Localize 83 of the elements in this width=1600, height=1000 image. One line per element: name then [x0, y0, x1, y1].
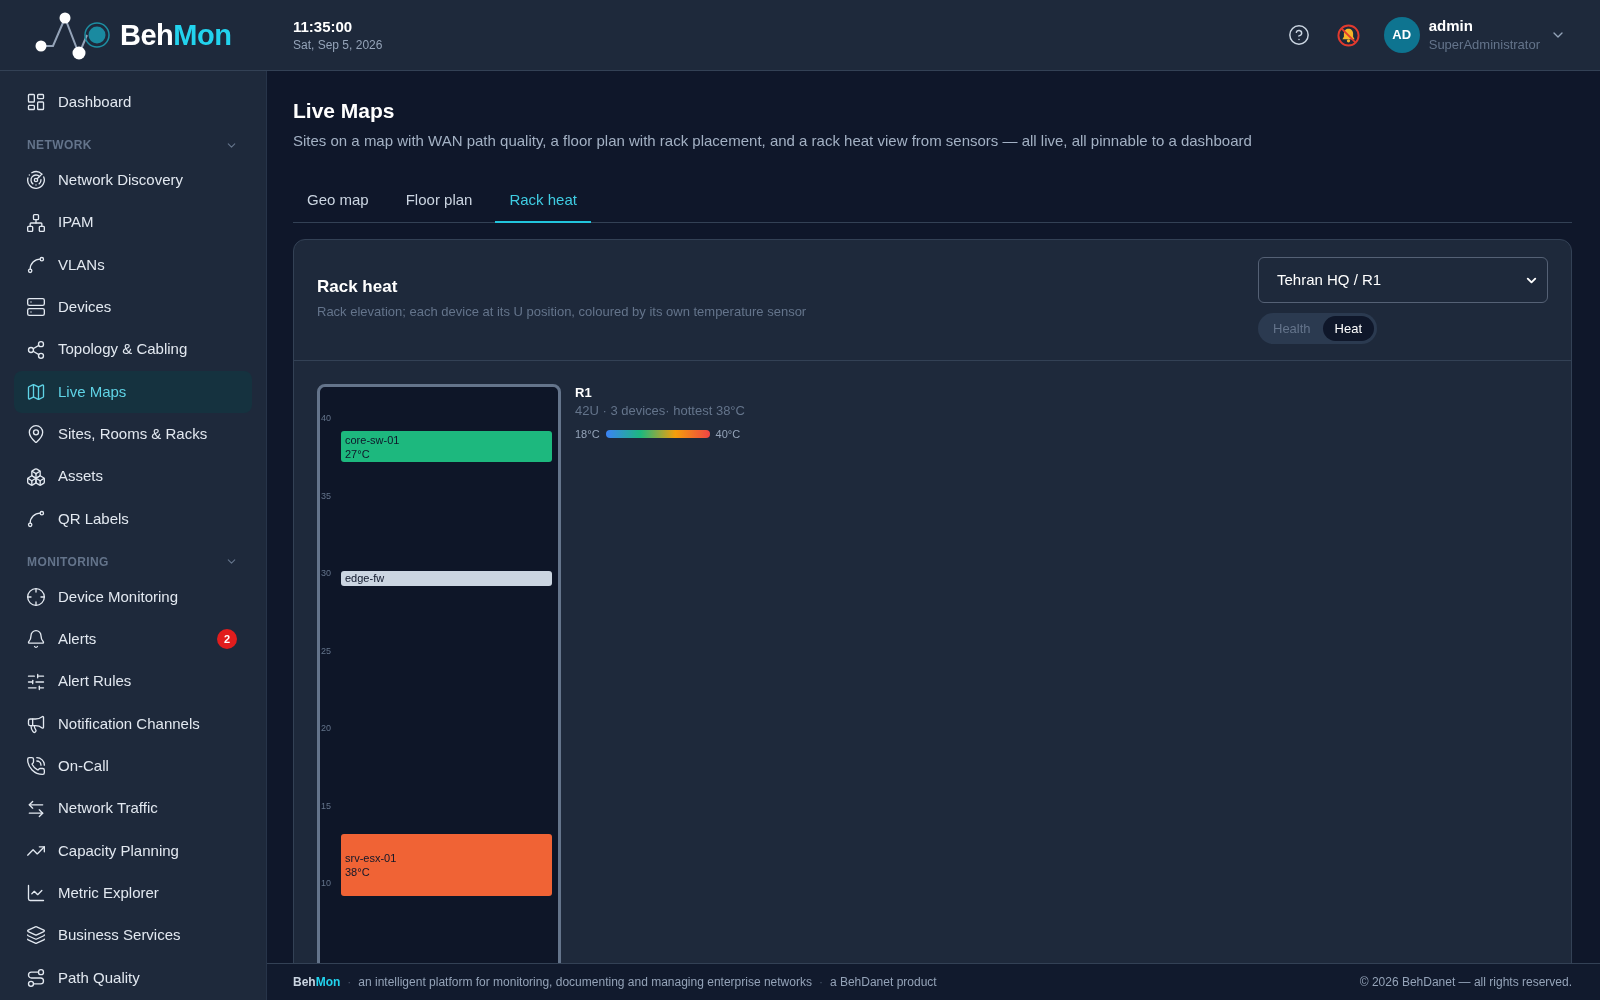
sidebar-item[interactable]: Sites, Rooms & Racks: [14, 413, 252, 456]
layout-grid-icon: [26, 92, 46, 113]
card-description: Rack elevation; each device at its U position, coloured by its own temperature sensor: [317, 303, 807, 321]
boxes-icon: [26, 466, 46, 487]
rack-unit-label: 20: [321, 722, 331, 734]
map-icon: [26, 381, 46, 402]
device-temperature: 38°C: [345, 865, 371, 879]
tab[interactable]: Floor plan: [391, 179, 487, 223]
device-temperature: 27°C: [345, 446, 371, 461]
sidebar-item[interactable]: Metric Explorer: [14, 872, 252, 915]
megaphone-icon: [26, 714, 46, 734]
sidebar-item[interactable]: VLANs: [14, 243, 252, 287]
rack-unit-label: 30: [321, 567, 331, 579]
rack-select[interactable]: Tehran HQ / R1: [1258, 257, 1548, 303]
avatar[interactable]: AD: [1383, 17, 1420, 53]
hierarchy-icon: [26, 212, 46, 233]
sidebar-item[interactable]: Device Monitoring: [14, 575, 252, 619]
sidebar-item[interactable]: Notification Channels: [14, 702, 252, 746]
user-name: admin: [1428, 16, 1474, 36]
rack-device[interactable]: core-sw-01 27°C: [341, 431, 552, 462]
page-title: Live Maps: [293, 98, 396, 124]
rack-unit-label: 25: [321, 644, 331, 657]
sidebar-item[interactable]: Assets: [14, 455, 252, 498]
user-role: SuperAdministrator: [1428, 36, 1540, 54]
sidebar-item[interactable]: Alerts 2: [14, 618, 252, 661]
rack-device[interactable]: srv-esx-01 38°C: [341, 834, 552, 896]
rack-summary: 42U · 3 devices· hottest 38°C: [575, 402, 745, 420]
arrows-left-right-icon: [26, 798, 46, 819]
device-name: core-sw-01: [345, 432, 401, 447]
radar-icon: [26, 170, 46, 191]
footer-brand: BehMon: [293, 974, 341, 991]
sidebar-item[interactable]: Business Services: [14, 914, 252, 957]
separator: ·: [818, 974, 823, 991]
rack-unit-label: 35: [321, 489, 331, 502]
copyright-text: © 2026 BehDanet — all rights reserved.: [1359, 974, 1572, 991]
map-pin-icon: [26, 424, 46, 445]
rack-device[interactable]: edge-fw: [341, 570, 552, 586]
server-icon: [26, 297, 46, 318]
help-icon[interactable]: [1287, 24, 1310, 46]
share-nodes-icon: [26, 339, 46, 360]
rack-unit-label: 15: [321, 799, 331, 812]
bell-icon: [26, 629, 46, 650]
device-name: srv-esx-01: [345, 851, 398, 865]
sliders-icon: [26, 671, 46, 692]
sidebar-item[interactable]: QR Labels: [14, 497, 252, 540]
sidebar-item[interactable]: Capacity Planning: [14, 829, 252, 873]
muted-bell-icon[interactable]: [1336, 23, 1360, 47]
brand-name: BehMon: [120, 18, 232, 53]
rack-unit-label: 10: [321, 877, 331, 889]
line-chart-icon: [26, 883, 46, 904]
footer-text: an intelligent platform for monitoring, documenting and managing enterprise networks: [358, 974, 812, 991]
page-description: Sites on a map with WAN path quality, a floor plan with rack placement, and a rack heat view from sensors — all live, all pinnable to a dashboard: [293, 131, 1253, 151]
card-title: Rack heat: [317, 276, 399, 298]
curve-nodes-icon: [26, 508, 46, 529]
footer-text: a BehDanet product: [829, 974, 937, 991]
toggle-option[interactable]: Heat: [1322, 316, 1375, 341]
sidebar-item[interactable]: IPAM: [14, 201, 252, 244]
sidebar-item[interactable]: Live Maps: [14, 370, 252, 414]
separator: ·: [347, 974, 352, 991]
scale-max-label: 40°C: [715, 427, 741, 441]
tab[interactable]: Geo map: [293, 179, 383, 223]
logo-icon: [35, 10, 111, 60]
sidebar-item[interactable]: Topology & Cabling: [14, 328, 252, 371]
rack-name: R1: [575, 384, 593, 402]
sidebar-item[interactable]: Network Traffic: [14, 787, 252, 830]
crosshair-icon: [26, 587, 46, 608]
tab[interactable]: Rack heat: [495, 179, 591, 223]
clock-time: 11:35:00: [293, 17, 354, 37]
sidebar-item[interactable]: Dashboard: [14, 81, 252, 124]
clock-date: Sat, Sep 5, 2026: [293, 37, 383, 53]
curve-nodes-icon: [26, 255, 46, 276]
rack-unit-label: 40: [321, 412, 331, 424]
route-icon: [26, 967, 46, 988]
phone-call-icon: [26, 756, 46, 777]
sidebar-item[interactable]: Devices: [14, 286, 252, 329]
scale-min-label: 18°C: [575, 427, 600, 441]
sidebar-item[interactable]: Network Discovery: [14, 159, 252, 202]
sidebar-item[interactable]: On-Call: [14, 745, 252, 788]
device-name: edge-fw: [345, 571, 386, 586]
sidebar-item[interactable]: Path Quality: [14, 956, 252, 999]
count-badge: 2: [217, 629, 237, 650]
sidebar-item[interactable]: Alert Rules: [14, 660, 252, 703]
layers-icon: [26, 925, 46, 946]
